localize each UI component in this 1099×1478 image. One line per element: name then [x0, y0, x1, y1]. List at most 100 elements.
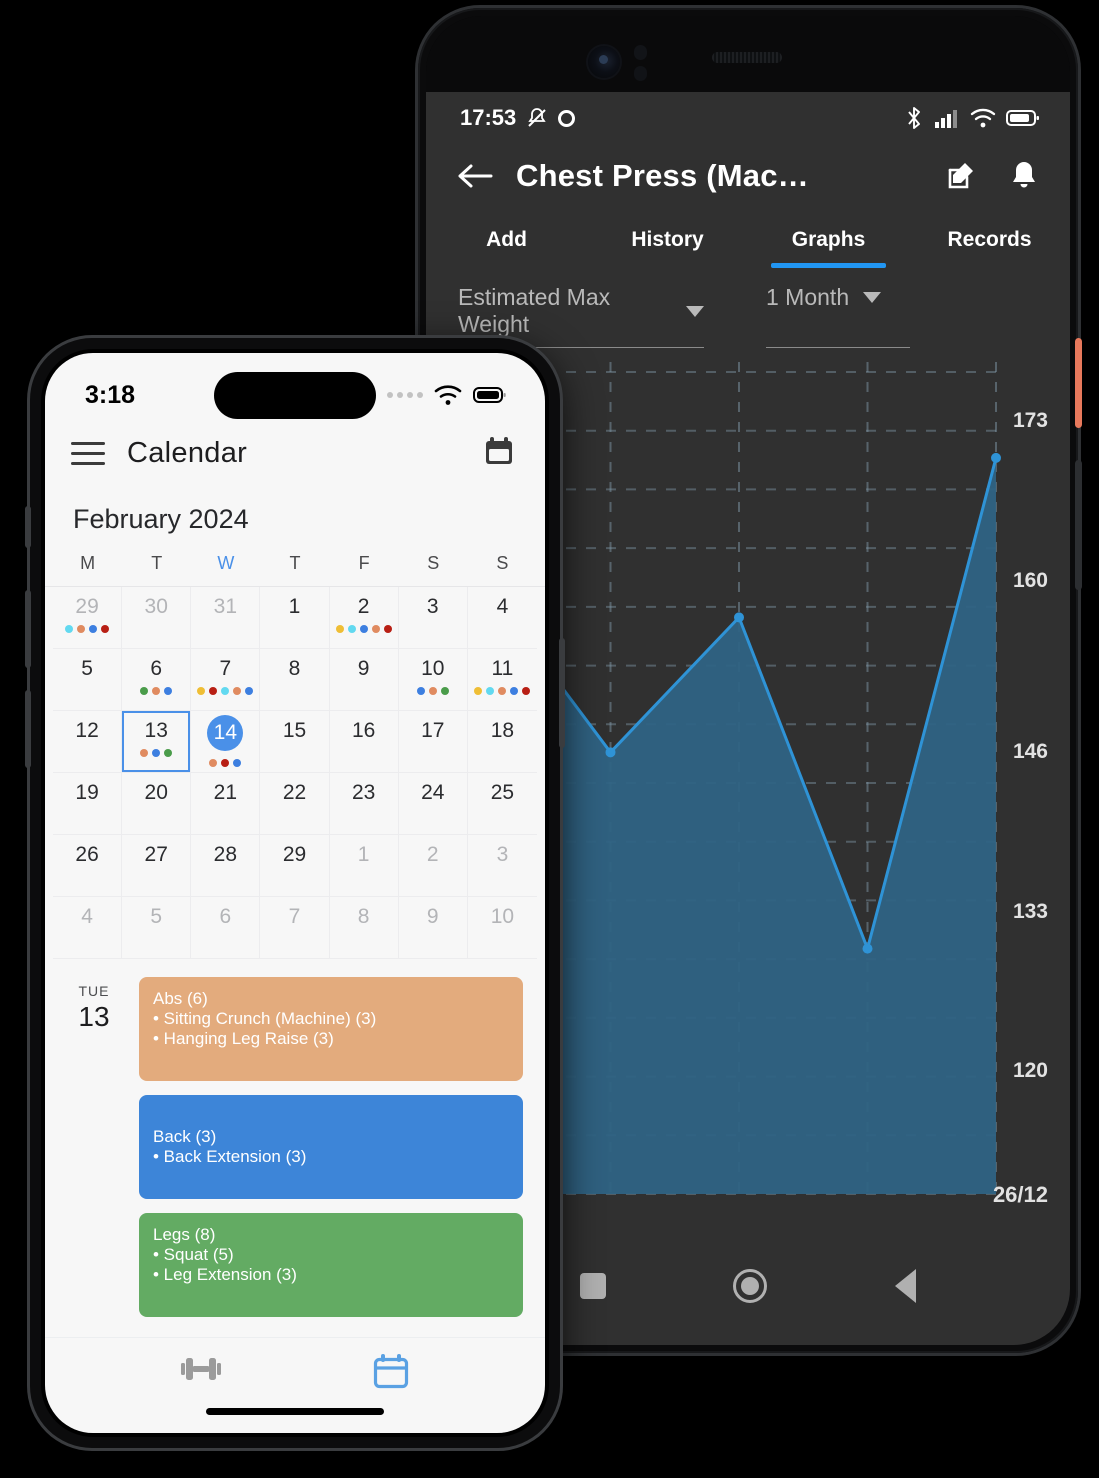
calendar-day-27[interactable]: 27 [122, 835, 192, 897]
calendar-day-11[interactable]: 11 [467, 649, 537, 711]
dot-blue [245, 687, 254, 695]
day-number: 7 [219, 657, 232, 680]
iphone-volume-up-button[interactable] [25, 590, 31, 668]
calendar-day-3[interactable]: 3 [398, 587, 468, 649]
calendar-day-7[interactable]: 7 [260, 897, 330, 959]
day-number: 9 [357, 657, 370, 680]
dot-orange [140, 749, 149, 757]
dot-darkred [383, 625, 392, 633]
calendar-day-1[interactable]: 1 [260, 587, 330, 649]
hamburger-icon[interactable] [71, 442, 105, 465]
calendar-day-6[interactable]: 6 [191, 897, 261, 959]
dumbbell-icon[interactable] [180, 1352, 222, 1391]
agenda-card-0[interactable]: Abs (6) • Sitting Crunch (Machine) (3) • H… [139, 977, 523, 1081]
battery-icon [1006, 108, 1040, 128]
calendar-day-16[interactable]: 16 [329, 711, 399, 773]
today-circle: 14 [207, 715, 244, 751]
dot-orange [77, 625, 86, 633]
dot-orange [233, 687, 242, 695]
dot-orange [371, 625, 380, 633]
metric-dropdown-label: Estimated Max Weight [458, 284, 611, 337]
calendar-day-12[interactable]: 12 [53, 711, 123, 773]
calendar-day-4[interactable]: 4 [467, 587, 537, 649]
calendar-day-8[interactable]: 8 [260, 649, 330, 711]
calendar-day-21[interactable]: 21 [191, 773, 261, 835]
calendar-day-29[interactable]: 29 [53, 587, 123, 649]
workout-dots [140, 687, 173, 695]
calendar-day-19[interactable]: 19 [53, 773, 123, 835]
range-dropdown[interactable]: 1 Month [766, 284, 910, 348]
agenda-card-2[interactable]: Legs (8) • Squat (5) • Leg Extension (3) [139, 1213, 523, 1317]
calendar-day-29[interactable]: 29 [260, 835, 330, 897]
day-number: 27 [144, 843, 168, 866]
day-number: 4 [81, 905, 93, 928]
calendar-icon[interactable] [483, 435, 515, 472]
dot-blue [510, 687, 519, 695]
calendar-day-8[interactable]: 8 [329, 897, 399, 959]
earpiece-speaker-icon [712, 52, 782, 63]
calendar-day-9[interactable]: 9 [398, 897, 468, 959]
calendar-day-14[interactable]: 14 [191, 711, 261, 773]
android-volume-button[interactable] [1075, 460, 1082, 590]
calendar-grid[interactable]: 29 30 31 1 2 3 4 5 6 7 8 9 10 11 12 13 14 15 16 17 18 19 20 21 2… [45, 586, 545, 959]
agenda-card-1[interactable]: Back (3) • Back Extension (3) [139, 1095, 523, 1199]
day-number: 20 [144, 781, 168, 804]
calendar-day-3[interactable]: 3 [467, 835, 537, 897]
iphone-mute-switch[interactable] [25, 506, 31, 548]
tab-history[interactable]: History [587, 214, 748, 268]
x-axis-label: 26/12 [992, 1182, 1048, 1207]
dow-6: S [496, 553, 509, 573]
calendar-day-15[interactable]: 15 [260, 711, 330, 773]
triangle-back-icon[interactable] [895, 1269, 917, 1303]
calendar-day-5[interactable]: 5 [122, 897, 192, 959]
agenda-card-item: • Squat (5) [153, 1245, 234, 1264]
day-number: 7 [288, 905, 301, 928]
calendar-day-25[interactable]: 25 [467, 773, 537, 835]
calendar-day-4[interactable]: 4 [53, 897, 123, 959]
dot-yellow [474, 687, 483, 695]
calendar-day-6[interactable]: 6 [122, 649, 192, 711]
android-status-time: 17:53 [460, 105, 517, 130]
iphone-volume-down-button[interactable] [25, 690, 31, 768]
calendar-day-31[interactable]: 31 [191, 587, 261, 649]
calendar-day-18[interactable]: 18 [467, 711, 537, 773]
iphone-status-time: 3:18 [85, 380, 136, 409]
y-tick-120: 120 [1012, 1059, 1048, 1083]
calendar-day-28[interactable]: 28 [191, 835, 261, 897]
calendar-day-7[interactable]: 7 [191, 649, 261, 711]
calendar-day-20[interactable]: 20 [122, 773, 192, 835]
square-icon[interactable] [579, 1273, 606, 1299]
calendar-day-2[interactable]: 2 [398, 835, 468, 897]
dot-cyan [347, 625, 356, 633]
calendar-day-17[interactable]: 17 [398, 711, 468, 773]
calendar-day-26[interactable]: 26 [53, 835, 123, 897]
android-status-bar: 17:53 [426, 92, 1070, 144]
day-number: 1 [288, 595, 301, 618]
calendar-day-2[interactable]: 2 [329, 587, 399, 649]
calendar-day-1[interactable]: 1 [329, 835, 399, 897]
edit-icon[interactable] [940, 154, 984, 198]
tab-records[interactable]: Records [909, 214, 1070, 268]
calendar-day-24[interactable]: 24 [398, 773, 468, 835]
back-arrow-icon[interactable] [454, 154, 498, 198]
day-number: 5 [81, 657, 93, 680]
calendar-day-22[interactable]: 22 [260, 773, 330, 835]
calendar-day-13[interactable]: 13 [122, 711, 192, 773]
calendar-day-30[interactable]: 30 [122, 587, 192, 649]
iphone-power-button[interactable] [559, 638, 565, 748]
bell-icon[interactable] [1002, 154, 1046, 198]
day-number: 12 [75, 719, 99, 742]
day-number: 25 [490, 781, 515, 804]
tab-graphs[interactable]: Graphs [748, 214, 909, 268]
day-number: 3 [496, 843, 509, 866]
calendar-day-5[interactable]: 5 [53, 649, 123, 711]
calendar-day-10[interactable]: 10 [398, 649, 468, 711]
calendar-day-10[interactable]: 10 [467, 897, 537, 959]
calendar-day-9[interactable]: 9 [329, 649, 399, 711]
circle-icon[interactable] [733, 1269, 768, 1303]
iphone-bezel: 3:18 Calendar February 2024 M T W T F S … [41, 349, 549, 1437]
tab-add[interactable]: Add [426, 214, 587, 268]
calendar-icon[interactable] [372, 1352, 410, 1395]
android-power-button[interactable] [1075, 338, 1082, 428]
calendar-day-23[interactable]: 23 [329, 773, 399, 835]
